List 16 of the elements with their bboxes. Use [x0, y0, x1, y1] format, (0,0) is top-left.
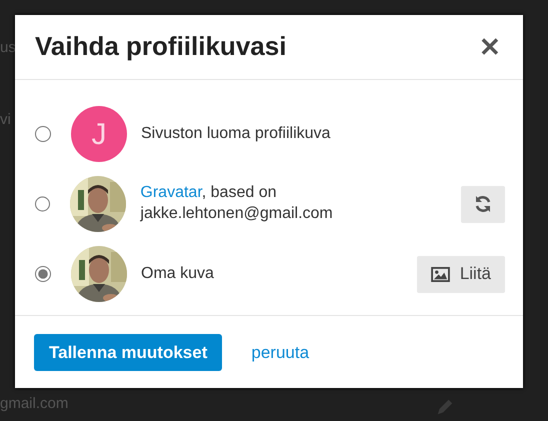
avatar-initial: J: [71, 106, 127, 162]
close-button[interactable]: ✕: [477, 34, 503, 60]
option-label: Oma kuva: [141, 264, 215, 284]
gravatar-link[interactable]: Gravatar: [140, 184, 202, 202]
option-label: Sivuston luoma profiilikuva: [141, 124, 332, 144]
dialog-title: Vaihda profiilikuvasi: [35, 31, 286, 63]
cancel-link[interactable]: peruuta: [251, 340, 310, 366]
radio-button[interactable]: [35, 126, 51, 142]
refresh-button[interactable]: [461, 186, 505, 222]
option-label: Gravatar, based on jakke.lehtonen@gmail.com: [140, 183, 334, 224]
radio-button[interactable]: [35, 196, 50, 212]
radio-button[interactable]: [35, 266, 51, 282]
attach-button[interactable]: Liitä: [416, 256, 505, 292]
save-button[interactable]: Tallenna muutokset: [34, 334, 222, 371]
refresh-icon: [473, 194, 493, 214]
image-icon: [430, 266, 450, 282]
